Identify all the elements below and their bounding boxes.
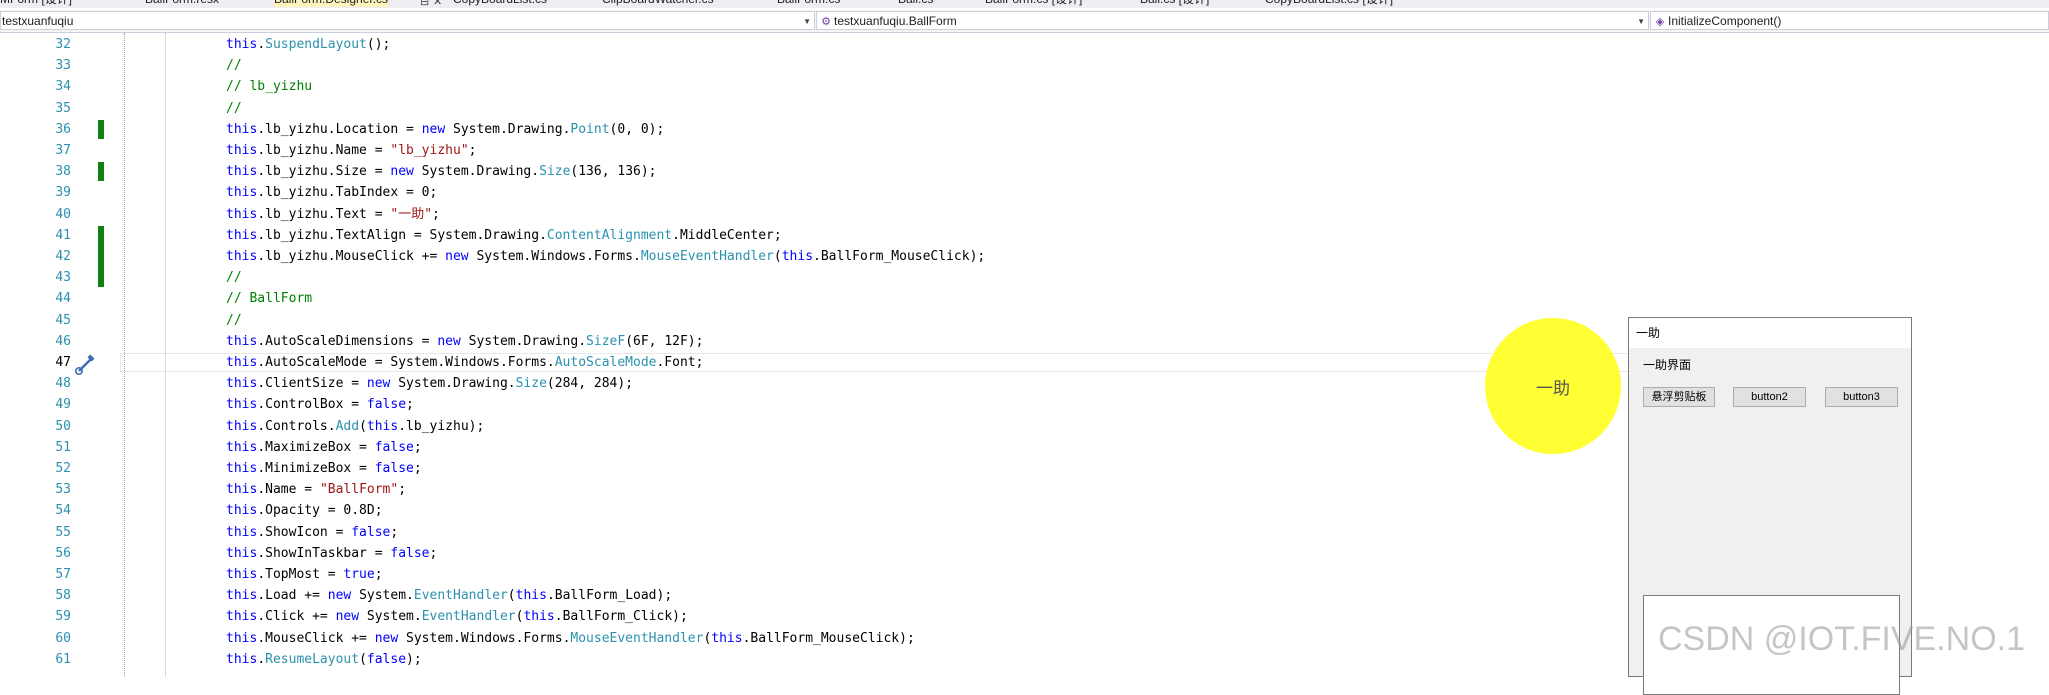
- code-line[interactable]: //: [226, 267, 242, 288]
- document-tab[interactable]: BallForm.Designer.cs: [274, 0, 389, 7]
- code-line[interactable]: this.SuspendLayout();: [226, 34, 390, 55]
- line-number: 50: [55, 418, 71, 434]
- line-number: 41: [55, 227, 71, 243]
- code-line[interactable]: this.lb_yizhu.TabIndex = 0;: [226, 182, 437, 203]
- button3[interactable]: button3: [1825, 387, 1898, 407]
- line-number: 43: [55, 270, 71, 286]
- code-line[interactable]: this.AutoScaleMode = System.Windows.Form…: [226, 352, 703, 373]
- line-number: 49: [55, 397, 71, 413]
- line-number: 56: [55, 545, 71, 561]
- member-name: InitializeComponent(): [1668, 14, 1782, 28]
- line-number: 32: [55, 37, 71, 52]
- form-title-bar: 一助: [1629, 318, 1911, 348]
- line-number: 52: [55, 461, 71, 476]
- project-name: testxuanfuqiu: [2, 14, 74, 28]
- type-dropdown[interactable]: ⚙ testxuanfuqiu.BallForm ▼: [816, 11, 1649, 30]
- code-line[interactable]: //: [226, 310, 242, 331]
- code-line[interactable]: // BallForm: [226, 288, 312, 309]
- document-tab[interactable]: MForm [设计]: [0, 0, 72, 7]
- button2[interactable]: button2: [1733, 387, 1806, 407]
- line-number: 35: [55, 100, 71, 116]
- line-number: 54: [55, 503, 71, 519]
- code-line[interactable]: this.lb_yizhu.Size = new System.Drawing.…: [226, 161, 657, 182]
- line-number: 38: [55, 164, 71, 180]
- code-line[interactable]: this.AutoScaleDimensions = new System.Dr…: [226, 331, 703, 352]
- code-line[interactable]: this.lb_yizhu.Text = "一助";: [226, 204, 440, 225]
- code-line[interactable]: this.Name = "BallForm";: [226, 479, 406, 500]
- line-number: 44: [55, 291, 71, 307]
- code-line[interactable]: this.ClientSize = new System.Drawing.Siz…: [226, 373, 633, 394]
- line-number: 36: [55, 121, 71, 137]
- code-line[interactable]: this.MinimizeBox = false;: [226, 458, 422, 479]
- code-line[interactable]: this.Opacity = 0.8D;: [226, 500, 383, 521]
- chevron-down-icon: ▼: [1637, 17, 1645, 26]
- code-line[interactable]: this.Click += new System.EventHandler(th…: [226, 606, 688, 627]
- code-line[interactable]: this.Load += new System.EventHandler(thi…: [226, 585, 672, 606]
- document-tab[interactable]: CopyBoardList.cs [设计]: [1265, 0, 1393, 7]
- line-number: 61: [55, 651, 71, 667]
- type-name: testxuanfuqiu.BallForm: [834, 14, 957, 28]
- code-line[interactable]: // lb_yizhu: [226, 76, 312, 97]
- chevron-down-icon: ▼: [803, 17, 811, 26]
- code-line[interactable]: this.ControlBox = false;: [226, 394, 414, 415]
- change-indicator-bar: [98, 225, 104, 288]
- watermark: CSDN @IOT.FIVE.NO.1: [1658, 620, 2026, 658]
- line-number: 55: [55, 524, 71, 540]
- code-line[interactable]: this.lb_yizhu.Location = new System.Draw…: [226, 119, 664, 140]
- ball-label: 一助: [1536, 378, 1570, 398]
- line-number: 42: [55, 249, 71, 264]
- line-number: 39: [55, 185, 71, 201]
- pin-tab-icon[interactable]: ⊟: [420, 0, 429, 8]
- code-line[interactable]: this.TopMost = true;: [226, 564, 383, 585]
- code-line[interactable]: this.lb_yizhu.Name = "lb_yizhu";: [226, 140, 476, 161]
- quick-actions-brush-icon[interactable]: [74, 354, 96, 376]
- code-line[interactable]: //: [226, 98, 242, 119]
- line-number: 33: [55, 58, 71, 74]
- code-line[interactable]: this.lb_yizhu.MouseClick += new System.W…: [226, 246, 985, 267]
- change-indicator-bar: [98, 162, 104, 182]
- method-icon: ◈: [1655, 16, 1665, 28]
- document-tab[interactable]: ClipBoardWatcher.cs: [602, 0, 714, 7]
- document-tab[interactable]: BallForm.resx: [145, 0, 219, 7]
- document-tab-strip: MForm [设计] BallForm.resx BallForm.Designer…: [0, 0, 2049, 8]
- code-line[interactable]: this.MouseClick += new System.Windows.Fo…: [226, 628, 915, 649]
- line-number: 46: [55, 333, 71, 349]
- project-dropdown[interactable]: testxuanfuqiu ▼: [0, 11, 815, 30]
- line-number: 45: [55, 312, 71, 328]
- line-number: 40: [55, 206, 71, 222]
- line-number: 34: [55, 79, 71, 95]
- document-tab[interactable]: BallForm.cs [设计]: [985, 0, 1082, 7]
- line-number: 59: [55, 609, 71, 625]
- code-line[interactable]: this.ShowIcon = false;: [226, 522, 398, 543]
- line-number: 53: [55, 482, 71, 498]
- navigation-bar: testxuanfuqiu ▼ ⚙ testxuanfuqiu.BallForm …: [0, 10, 2049, 33]
- document-tab[interactable]: BallForm.cs: [777, 0, 840, 7]
- line-number: 57: [55, 567, 71, 582]
- line-number: 58: [55, 588, 71, 604]
- clipboard-button[interactable]: 悬浮剪贴板: [1643, 387, 1715, 407]
- form-label: 一助界面: [1643, 358, 1692, 372]
- code-line[interactable]: this.ShowInTaskbar = false;: [226, 543, 437, 564]
- document-tab[interactable]: Ball.cs [设计]: [1140, 0, 1209, 7]
- code-line[interactable]: this.lb_yizhu.TextAlign = System.Drawing…: [226, 225, 782, 246]
- line-number: 48: [55, 376, 71, 392]
- document-tab[interactable]: Ball.cs: [898, 0, 933, 7]
- line-number: 47: [55, 355, 71, 370]
- change-indicator-bar: [98, 119, 104, 139]
- code-line[interactable]: this.Controls.Add(this.lb_yizhu);: [226, 416, 484, 437]
- code-line[interactable]: this.MaximizeBox = false;: [226, 437, 422, 458]
- class-icon: ⚙: [821, 16, 831, 28]
- member-dropdown[interactable]: ◈ InitializeComponent(): [1650, 11, 2049, 30]
- line-number: 60: [55, 630, 71, 646]
- close-tab-icon[interactable]: ✕: [433, 0, 442, 8]
- form-title: 一助: [1636, 326, 1661, 340]
- code-line[interactable]: //: [226, 55, 242, 76]
- document-tab[interactable]: CopyBoardList.cs: [453, 0, 547, 7]
- line-number: 37: [55, 143, 71, 158]
- floating-ball[interactable]: 一助: [1485, 318, 1621, 454]
- code-line[interactable]: this.ResumeLayout(false);: [226, 649, 422, 670]
- line-number: 51: [55, 439, 71, 455]
